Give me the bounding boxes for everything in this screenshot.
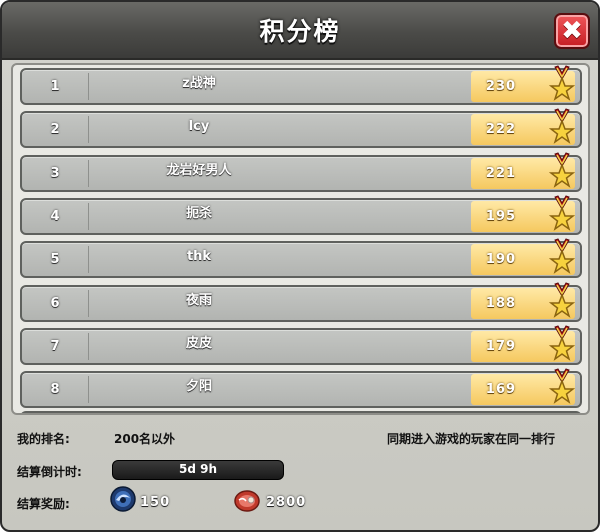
score-box: 195 bbox=[471, 195, 576, 232]
my-rank-label: 我的排名: bbox=[17, 432, 70, 446]
rank-number: 6 bbox=[50, 295, 60, 311]
divider bbox=[88, 376, 89, 404]
reward-meat-value: 2800 bbox=[266, 495, 307, 510]
player-name: lcy bbox=[188, 119, 210, 135]
star-medal-icon bbox=[548, 151, 576, 192]
divider bbox=[88, 289, 89, 317]
divider bbox=[88, 73, 89, 100]
score-box: 230 bbox=[471, 65, 576, 102]
leaderboard-window: 积分榜 ✖ 1 z战神 230 2 lcy 222 3 龙岩好男人 221 4 扼杀 195 5 thk 1… bbox=[0, 0, 600, 532]
score-value: 221 bbox=[485, 165, 517, 181]
rule-note: 同期进入游戏的玩家在同一排行 bbox=[387, 432, 556, 446]
rank-number: 1 bbox=[50, 79, 60, 94]
reward-label: 结算奖励: bbox=[17, 497, 70, 511]
list-item[interactable]: 4 扼杀 195 bbox=[20, 195, 582, 235]
list-item[interactable]: 8 夕阳 169 bbox=[20, 368, 582, 409]
reward-gem-value: 150 bbox=[140, 495, 171, 510]
rank-number: 8 bbox=[50, 382, 60, 398]
score-value: 188 bbox=[485, 295, 517, 311]
my-rank-value: 200名以外 bbox=[114, 432, 176, 446]
score-value: 195 bbox=[485, 208, 517, 224]
player-name: 夕阳 bbox=[185, 379, 212, 395]
divider bbox=[88, 159, 89, 187]
rank-number: 2 bbox=[50, 122, 60, 138]
divider bbox=[88, 116, 89, 144]
score-value: 222 bbox=[485, 122, 517, 138]
list-item[interactable]: 3 龙岩好男人 221 bbox=[20, 151, 582, 192]
countdown-label: 结算倒计时: bbox=[17, 465, 82, 479]
star-medal-icon bbox=[548, 108, 576, 148]
footer-panel: 我的排名: 200名以外 同期进入游戏的玩家在同一排行 结算倒计时: 5d 9h… bbox=[2, 416, 598, 530]
score-box: 169 bbox=[471, 368, 576, 406]
score-value: 190 bbox=[485, 252, 517, 268]
list-item[interactable]: 7 皮皮 179 bbox=[20, 325, 582, 365]
list-item[interactable]: 2 lcy 222 bbox=[20, 108, 582, 149]
score-value: 230 bbox=[485, 79, 517, 94]
gem-orb-icon bbox=[110, 486, 136, 512]
divider bbox=[88, 332, 89, 360]
list-item[interactable]: 1 z战神 230 bbox=[20, 65, 582, 105]
player-name: thk bbox=[186, 249, 212, 265]
divider bbox=[88, 246, 89, 274]
player-name: 夜雨 bbox=[185, 292, 212, 308]
score-box: 188 bbox=[471, 281, 576, 319]
player-name: 龙岩好男人 bbox=[166, 162, 232, 178]
rank-number: 4 bbox=[50, 208, 60, 224]
meat-icon bbox=[234, 490, 260, 512]
star-medal-icon bbox=[548, 195, 576, 235]
list-item[interactable]: 6 夜雨 188 bbox=[20, 281, 582, 322]
score-box: 190 bbox=[471, 238, 576, 276]
star-medal-icon bbox=[548, 238, 576, 278]
list-item-partial bbox=[20, 411, 582, 413]
player-name: z战神 bbox=[182, 76, 216, 91]
star-medal-icon bbox=[548, 65, 576, 105]
star-medal-icon bbox=[548, 368, 576, 408]
score-box: 179 bbox=[471, 325, 576, 362]
score-value: 179 bbox=[485, 338, 517, 354]
rank-number: 7 bbox=[50, 338, 60, 354]
leaderboard-list[interactable]: 1 z战神 230 2 lcy 222 3 龙岩好男人 221 4 扼杀 195 5 thk 190 6 夜雨 1… bbox=[11, 63, 590, 415]
star-medal-icon bbox=[548, 325, 576, 365]
player-name: 扼杀 bbox=[185, 205, 212, 221]
countdown-value: 5d 9h bbox=[178, 462, 217, 476]
divider bbox=[88, 202, 89, 230]
player-name: 皮皮 bbox=[185, 335, 212, 351]
rank-number: 3 bbox=[50, 165, 60, 181]
score-box: 221 bbox=[471, 151, 576, 189]
window-title: 积分榜 bbox=[259, 17, 341, 46]
score-value: 169 bbox=[485, 382, 517, 398]
star-medal-icon bbox=[548, 281, 576, 322]
rank-number: 5 bbox=[50, 252, 60, 268]
close-icon: ✖ bbox=[561, 16, 583, 46]
close-button[interactable]: ✖ bbox=[554, 13, 590, 49]
title-bar: 积分榜 ✖ bbox=[2, 2, 598, 60]
list-item[interactable]: 5 thk 190 bbox=[20, 238, 582, 279]
countdown-bar: 5d 9h bbox=[112, 460, 284, 480]
score-box: 222 bbox=[471, 108, 576, 146]
